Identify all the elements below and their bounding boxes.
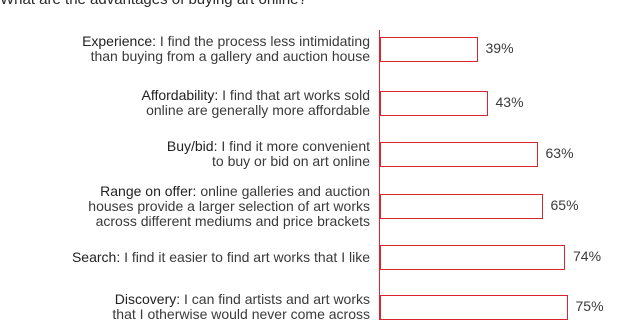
bar [380,294,568,320]
category-label: Discovery: I can find artists and art wo… [112,292,370,322]
category-description: online galleries and auction [200,182,370,199]
category-description: to buy or bid on art online [212,153,370,169]
bar [380,141,538,167]
category-description: online are generally more affordable [146,102,370,118]
bar-value-label: 65% [550,197,579,213]
category-description: I can find artists and art works [184,291,370,307]
category-label: Search: I find it easier to find art wor… [71,248,370,265]
bar-value-label: 63% [545,145,574,161]
category-name: Affordability: [141,87,219,103]
bar-value-label: 74% [573,248,602,264]
category-name: Discovery: [114,291,181,307]
category-label-line: to buy or bid on art online [167,154,370,169]
bar [380,193,543,219]
category-label: Buy/bid: I find it more convenient to buy… [167,139,370,169]
category-label-line: Discovery: I can find artists and art wo… [112,292,370,307]
bar [380,36,478,62]
chart-title: What are the advantages of buying art on… [0,0,307,8]
category-description: houses provide a larger selection of art… [88,197,370,214]
category-description: I find that art works sold [222,87,370,103]
category-label: Experience: I find the process less inti… [82,34,370,64]
category-description: across different mediums and price brack… [95,212,370,229]
axis-line [379,30,380,320]
category-label-line: Affordability: I find that art works sol… [141,88,370,103]
category-description: I find the process less intimidating [159,33,370,49]
category-description: than buying from a gallery and auction h… [90,48,370,64]
category-label-line: online are generally more affordable [141,103,370,118]
category-name: Range on offer: [100,182,197,199]
category-description: I find it easier to find art works that … [124,248,370,265]
category-label-line: Search: I find it easier to find art wor… [71,248,370,265]
bar [380,244,565,270]
category-label-line: Buy/bid: I find it more convenient [167,139,370,154]
category-label-line: Experience: I find the process less inti… [82,34,370,49]
category-description: I find it more convenient [221,138,370,154]
category-name: Experience: [82,33,156,49]
bar-value-label: 39% [485,40,514,56]
category-name: Buy/bid: [166,138,218,154]
category-label: Affordability: I find that art works sol… [141,88,370,118]
category-label: Range on offer: online galleries and auc… [88,182,370,229]
bar-value-label: 75% [575,298,604,314]
category-label-line: than buying from a gallery and auction h… [82,49,370,64]
category-label-line: across different mediums and price brack… [88,212,370,229]
category-label-line: houses provide a larger selection of art… [88,197,370,214]
bar [380,90,488,116]
category-name: Search: [71,248,121,265]
bar-value-label: 43% [495,94,524,110]
category-label-line: Range on offer: online galleries and auc… [88,182,370,199]
